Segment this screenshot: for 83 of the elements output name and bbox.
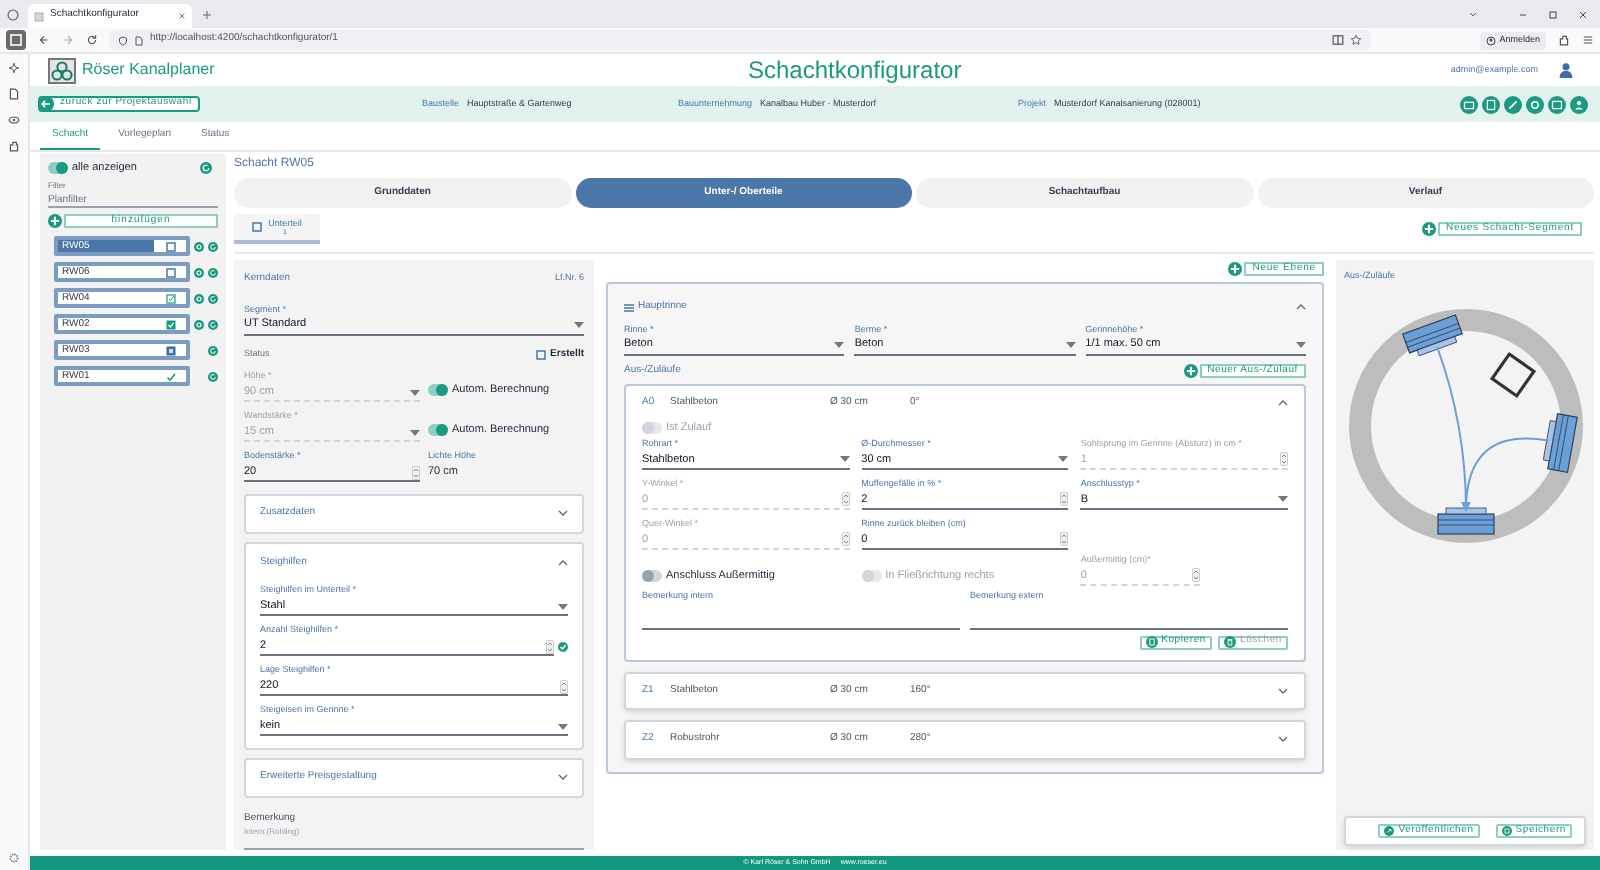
settings-icon[interactable] (1526, 95, 1544, 113)
checked-box-icon (165, 319, 175, 330)
puzzle-icon[interactable] (8, 140, 20, 152)
chevron-down-icon[interactable] (558, 510, 568, 517)
chevron-up-icon[interactable] (1296, 304, 1306, 311)
spinner-icon[interactable] (560, 679, 568, 693)
toggle-switch[interactable] (642, 569, 662, 582)
new-tab-icon[interactable] (202, 10, 212, 20)
reader-icon[interactable] (1332, 34, 1344, 46)
eye-icon[interactable] (8, 114, 20, 126)
caret-icon (558, 723, 568, 729)
refresh-icon[interactable] (208, 241, 218, 252)
publish-icon (1384, 826, 1395, 836)
settings-icon[interactable] (8, 852, 20, 864)
chevron-down-icon[interactable] (558, 774, 568, 781)
minimize-icon[interactable] (1518, 10, 1528, 20)
caret-icon (1277, 496, 1288, 503)
caret-icon (1058, 456, 1069, 463)
refresh-icon[interactable] (208, 371, 218, 382)
chevron-down-icon[interactable] (1278, 687, 1288, 694)
checkbox-icon (165, 241, 175, 252)
page-title: Schachtkonfigurator (747, 54, 962, 88)
maximize-icon[interactable] (1548, 10, 1558, 20)
forward-icon[interactable] (62, 34, 74, 46)
sidebar-icon[interactable] (6, 30, 26, 50)
star-icon[interactable] (1350, 34, 1362, 46)
back-arrow-icon[interactable] (38, 96, 54, 112)
filled-box-icon (165, 345, 175, 356)
toggle-switch[interactable] (48, 162, 68, 175)
document-icon[interactable] (1482, 95, 1500, 113)
image-icon[interactable] (1548, 95, 1566, 113)
menu-icon[interactable] (1582, 34, 1594, 46)
refresh-icon[interactable] (208, 345, 218, 356)
shield-icon[interactable] (118, 35, 128, 45)
plus-icon (1183, 363, 1198, 378)
caret-icon (410, 389, 420, 395)
trash-icon (1223, 636, 1236, 648)
toggle-switch[interactable] (428, 423, 448, 436)
reload-icon[interactable] (86, 34, 98, 46)
extension-icon[interactable] (1558, 34, 1570, 46)
copy-icon (1145, 636, 1158, 648)
refresh-icon[interactable] (208, 267, 218, 278)
check-icon (165, 371, 175, 382)
caret-icon (839, 456, 850, 463)
user-icon[interactable] (1570, 95, 1588, 113)
edit-icon[interactable] (1504, 95, 1522, 113)
mail-icon[interactable] (1460, 95, 1478, 113)
caret-icon (558, 603, 568, 609)
close-icon[interactable] (1578, 10, 1588, 20)
chevron-up-icon[interactable] (1278, 400, 1288, 407)
spinner-icon[interactable] (1060, 532, 1069, 547)
favicon-icon[interactable] (34, 11, 44, 21)
close-icon[interactable] (178, 12, 186, 20)
back-icon[interactable] (38, 34, 50, 46)
spinner-icon[interactable] (1060, 492, 1069, 507)
checkbox-icon (252, 222, 263, 232)
app-name: Röser Kanalplaner (82, 58, 215, 82)
plus-icon (1422, 222, 1436, 236)
caret-icon (1296, 342, 1306, 348)
spinner-icon[interactable] (412, 465, 420, 479)
sparkle-icon[interactable] (8, 62, 20, 74)
user-icon[interactable] (1558, 62, 1574, 78)
caret-icon (1065, 342, 1076, 348)
document-icon[interactable] (8, 88, 20, 100)
chevron-down-icon[interactable] (1278, 736, 1288, 743)
refresh-icon[interactable] (208, 293, 218, 304)
account-icon[interactable] (1485, 35, 1496, 45)
history-icon[interactable] (6, 8, 20, 22)
chevron-up-icon[interactable] (558, 559, 568, 566)
caret-icon (410, 429, 420, 435)
refresh-icon[interactable] (208, 319, 218, 330)
edit-box-icon (165, 293, 175, 304)
list-icon (624, 303, 634, 312)
caret-icon (834, 342, 845, 348)
save-icon (1501, 826, 1512, 836)
plus-icon (48, 214, 62, 229)
caret-icon (574, 322, 584, 328)
checkbox[interactable] (536, 349, 547, 360)
refresh-icon[interactable] (200, 162, 212, 175)
checkbox-icon (165, 267, 175, 278)
page-icon[interactable] (134, 35, 144, 45)
spinner-icon[interactable] (546, 639, 554, 653)
toggle-switch[interactable] (428, 383, 448, 396)
